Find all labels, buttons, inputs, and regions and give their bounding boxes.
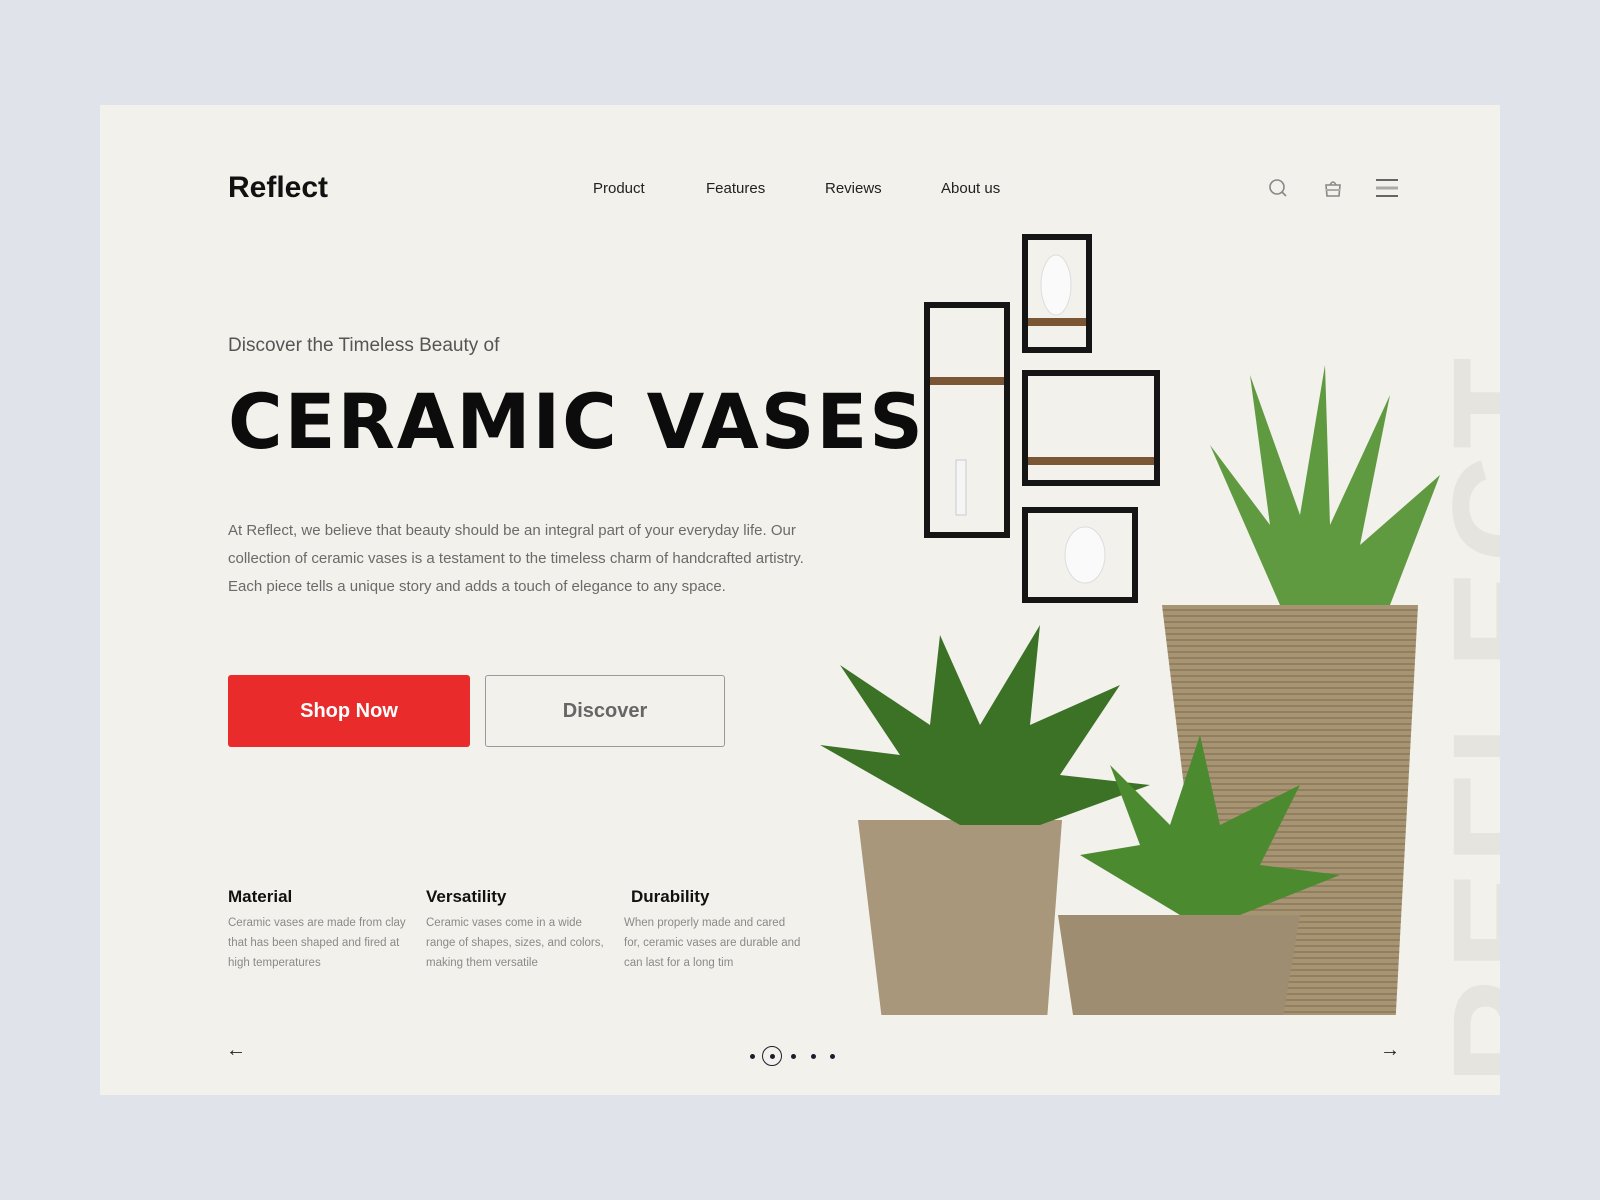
arrow-right-icon[interactable]: → <box>1380 1039 1400 1062</box>
carousel-dot-active[interactable] <box>762 1046 782 1066</box>
feature-durability: Durability When properly made and cared … <box>624 887 804 973</box>
feature-text: Ceramic vases are made from clay that ha… <box>228 917 406 969</box>
nav-reviews[interactable]: Reviews <box>825 180 882 197</box>
feature-title: Versatility <box>426 887 507 906</box>
feature-versatility: Versatility Ceramic vases come in a wide… <box>426 887 606 973</box>
shopping-bag-icon[interactable] <box>1322 177 1344 199</box>
hero-title: CERAMIC VASES <box>228 377 925 466</box>
brand-logo[interactable]: Reflect <box>228 171 328 205</box>
carousel-dot[interactable] <box>750 1054 755 1059</box>
nav-about-us[interactable]: About us <box>941 180 1000 197</box>
hero-subtitle: Discover the Timeless Beauty of <box>228 335 500 356</box>
shop-now-button[interactable]: Shop Now <box>228 675 470 747</box>
nav-features[interactable]: Features <box>706 180 765 197</box>
menu-icon[interactable] <box>1376 177 1398 199</box>
carousel-dot[interactable] <box>791 1054 796 1059</box>
carousel-dot[interactable] <box>830 1054 835 1059</box>
feature-text: When properly made and cared for, cerami… <box>624 917 801 969</box>
nav-product[interactable]: Product <box>593 180 645 197</box>
vases-illustration <box>820 234 1440 1015</box>
hero-description: At Reflect, we believe that beauty shoul… <box>228 522 804 595</box>
carousel-dot[interactable] <box>811 1054 816 1059</box>
feature-material: Material Ceramic vases are made from cla… <box>228 887 408 973</box>
arrow-left-icon[interactable]: ← <box>226 1039 246 1062</box>
hero-card: REFLECT Reflect Product Features Reviews… <box>100 105 1500 1095</box>
discover-button[interactable]: Discover <box>485 675 725 747</box>
feature-text: Ceramic vases come in a wide range of sh… <box>426 917 604 969</box>
feature-title: Durability <box>631 887 710 906</box>
search-icon[interactable] <box>1267 177 1289 199</box>
feature-title: Material <box>228 887 293 906</box>
